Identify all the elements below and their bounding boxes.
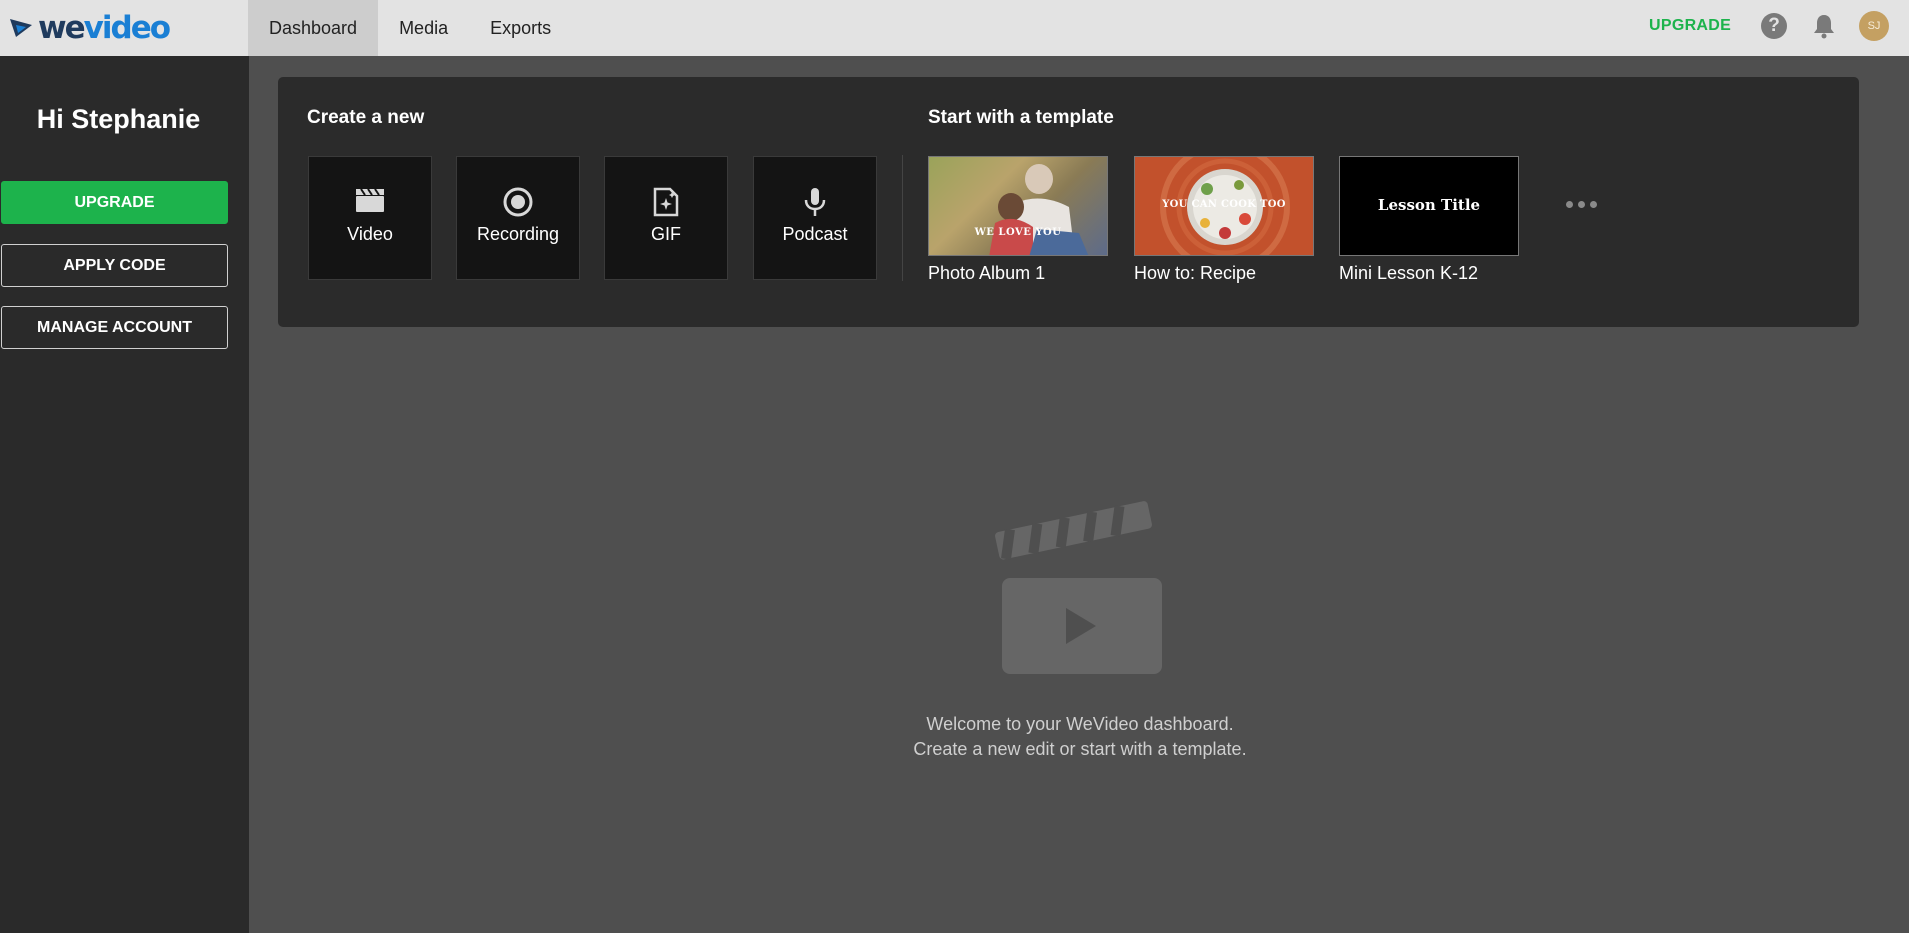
user-avatar[interactable]: SJ	[1859, 11, 1889, 41]
more-dot	[1566, 200, 1573, 208]
templates-title: Start with a template	[928, 107, 1114, 128]
template-thumb-text: Lesson Title	[1377, 196, 1481, 214]
create-gif-label: GIF	[651, 224, 681, 244]
panel-divider	[902, 155, 903, 281]
header-upgrade-link[interactable]: UPGRADE	[1649, 17, 1731, 35]
template-label: Photo Album 1	[928, 263, 1046, 283]
template-photo-album[interactable]: WE LOVE YOU Photo Album 1	[928, 156, 1108, 284]
record-icon	[503, 187, 533, 217]
microphone-icon	[804, 188, 826, 216]
empty-state-line-2: Create a new edit or start with a templa…	[913, 739, 1247, 759]
empty-state-line-1: Welcome to your WeVideo dashboard.	[926, 714, 1234, 734]
more-dot	[1578, 200, 1585, 208]
create-video-card[interactable]: Video	[308, 156, 432, 280]
bell-icon[interactable]	[1812, 13, 1836, 39]
apply-code-button[interactable]: APPLY CODE	[1, 244, 228, 287]
create-video-label: Video	[347, 224, 393, 244]
template-thumbnail: YOU CAN COOK TOO	[1134, 156, 1314, 256]
template-thumbnail: WE LOVE YOU	[928, 156, 1108, 256]
create-podcast-label: Podcast	[782, 224, 848, 244]
tab-media[interactable]: Media	[378, 0, 469, 56]
logo-mark-icon	[10, 19, 32, 37]
template-thumbnail: Lesson Title	[1339, 156, 1519, 256]
template-label: Mini Lesson K-12	[1339, 263, 1479, 283]
more-templates-button[interactable]	[1566, 198, 1602, 210]
main-nav: Dashboard Media Exports	[248, 0, 572, 56]
help-icon[interactable]: ?	[1761, 13, 1787, 39]
create-panel: Create a new Video Recording GIF Podcast	[278, 77, 1859, 327]
logo-wordmark: wevideo	[38, 10, 171, 46]
tab-dashboard[interactable]: Dashboard	[248, 0, 379, 56]
clapperboard-icon	[356, 188, 384, 212]
more-dot	[1590, 200, 1597, 208]
template-mini-lesson[interactable]: Lesson Title Mini Lesson K-12	[1339, 156, 1519, 284]
empty-state-clapperboard-icon	[995, 501, 1162, 674]
tab-exports[interactable]: Exports	[469, 0, 572, 56]
template-recipe[interactable]: YOU CAN COOK TOO How to: Recipe	[1134, 156, 1314, 284]
top-bar: wevideo Dashboard Media Exports UPGRADE …	[0, 0, 1909, 56]
template-thumb-text: WE LOVE YOU	[974, 227, 1062, 238]
manage-account-button[interactable]: MANAGE ACCOUNT	[1, 306, 228, 349]
template-label: How to: Recipe	[1134, 263, 1257, 283]
create-gif-card[interactable]: GIF	[604, 156, 728, 280]
wevideo-logo[interactable]: wevideo	[8, 10, 171, 46]
create-podcast-card[interactable]: Podcast	[753, 156, 877, 280]
greeting-title: Hi Stephanie	[36, 104, 201, 134]
gif-sparkle-icon	[653, 187, 679, 217]
sidebar-upgrade-button[interactable]: UPGRADE	[1, 181, 228, 224]
create-recording-label: Recording	[476, 224, 560, 244]
create-new-title: Create a new	[307, 107, 425, 128]
sidebar: Hi Stephanie UPGRADE APPLY CODE MANAGE A…	[0, 56, 249, 933]
create-recording-card[interactable]: Recording	[456, 156, 580, 280]
template-thumb-text: YOU CAN COOK TOO	[1162, 199, 1286, 210]
